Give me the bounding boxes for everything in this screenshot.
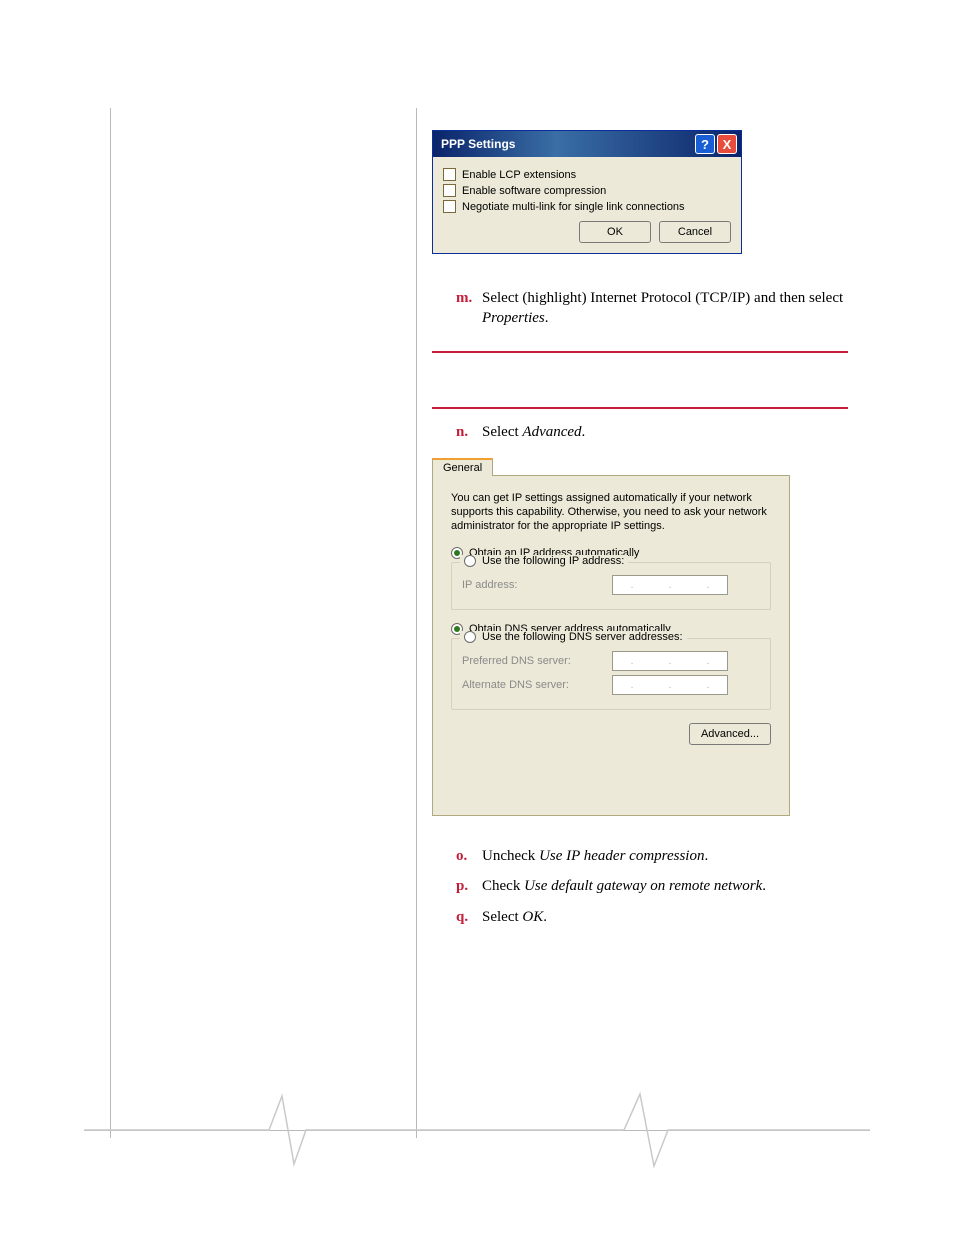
ip-dot: . xyxy=(630,655,633,667)
tab-general[interactable]: General xyxy=(432,458,493,476)
ip-address-label: IP address: xyxy=(462,579,612,591)
checkbox-lcp[interactable] xyxy=(443,168,456,181)
checkbox-label: Enable software compression xyxy=(462,185,606,197)
close-glyph: X xyxy=(723,137,732,152)
step-text-post: . xyxy=(762,878,766,894)
ppp-title-text: PPP Settings xyxy=(441,137,693,151)
radio-row: Use the following IP address: xyxy=(460,555,628,567)
field-row: Preferred DNS server: ... xyxy=(462,651,760,671)
radio-dns-manual[interactable] xyxy=(464,631,476,643)
checkbox-row: Enable software compression xyxy=(443,184,731,197)
layout-rule-left xyxy=(110,108,111,1138)
step-n: n. Select Advanced. xyxy=(456,422,846,442)
ip-address-input[interactable]: ... xyxy=(612,575,728,595)
ppp-settings-dialog: PPP Settings ? X Enable LCP extensions E… xyxy=(432,130,742,254)
step-text: Uncheck Use IP header compression. xyxy=(482,846,848,866)
step-text-pre: Select xyxy=(482,424,522,440)
checkbox-software-compression[interactable] xyxy=(443,184,456,197)
step-text-pre: Uncheck xyxy=(482,848,539,864)
step-text-em: Properties xyxy=(482,310,545,326)
checkbox-multilink[interactable] xyxy=(443,200,456,213)
field-row: Alternate DNS server: ... xyxy=(462,675,760,695)
dns-manual-group: Use the following DNS server addresses: … xyxy=(451,638,771,710)
step-m: m. Select (highlight) Internet Protocol … xyxy=(456,288,848,329)
step-letter: o. xyxy=(456,846,482,866)
step-text-post: . xyxy=(545,310,549,326)
step-letter: q. xyxy=(456,907,482,927)
step-text: Select Advanced. xyxy=(482,422,846,442)
layout-rule-mid xyxy=(416,108,417,1138)
ip-dot: . xyxy=(668,679,671,691)
main-content: PPP Settings ? X Enable LCP extensions E… xyxy=(432,130,848,339)
step-text-em: Use IP header compression xyxy=(539,848,704,864)
checkbox-row: Enable LCP extensions xyxy=(443,168,731,181)
radio-ip-manual[interactable] xyxy=(464,555,476,567)
help-icon[interactable]: ? xyxy=(695,134,715,154)
checkbox-label: Enable LCP extensions xyxy=(462,169,576,181)
tcpip-intro: You can get IP settings assigned automat… xyxy=(451,492,771,533)
step-text: Select OK. xyxy=(482,907,848,927)
ip-manual-group: Use the following IP address: IP address… xyxy=(451,562,771,610)
close-icon[interactable]: X xyxy=(717,134,737,154)
step-o: o. Uncheck Use IP header compression. xyxy=(456,846,848,866)
step-letter: p. xyxy=(456,876,482,896)
step-text-pre: Check xyxy=(482,878,524,894)
ok-button[interactable]: OK xyxy=(579,221,651,243)
layout-rule-bottom xyxy=(84,1130,870,1131)
alternate-dns-input[interactable]: ... xyxy=(612,675,728,695)
step-letter: m. xyxy=(456,288,482,329)
step-text-em: Advanced xyxy=(522,424,581,440)
tab-strip: General xyxy=(432,456,790,476)
radio-row: Use the following DNS server addresses: xyxy=(460,631,687,643)
tab-body: You can get IP settings assigned automat… xyxy=(432,476,790,816)
cancel-label: Cancel xyxy=(678,226,712,238)
step-text-em: Use default gateway on remote network xyxy=(524,878,762,894)
step-text-pre: Select (highlight) Internet Protocol (TC… xyxy=(482,290,843,306)
radio-label: Use the following IP address: xyxy=(482,555,624,567)
heartbeat-icon xyxy=(84,1086,870,1176)
alternate-dns-label: Alternate DNS server: xyxy=(462,679,612,691)
step-text-pre: Select xyxy=(482,909,522,925)
step-p: p. Check Use default gateway on remote n… xyxy=(456,876,848,896)
ip-dot: . xyxy=(630,579,633,591)
step-text-post: . xyxy=(582,424,586,440)
steps-lower: o. Uncheck Use IP header compression. p.… xyxy=(432,846,848,937)
ip-dot: . xyxy=(706,679,709,691)
step-text: Check Use default gateway on remote netw… xyxy=(482,876,848,896)
advanced-button[interactable]: Advanced... xyxy=(689,723,771,745)
ppp-button-row: OK Cancel xyxy=(443,221,731,243)
step-letter: n. xyxy=(456,422,482,442)
ok-label: OK xyxy=(607,226,623,238)
step-q: q. Select OK. xyxy=(456,907,848,927)
step-text: Select (highlight) Internet Protocol (TC… xyxy=(482,288,848,329)
preferred-dns-label: Preferred DNS server: xyxy=(462,655,612,667)
ppp-body: Enable LCP extensions Enable software co… xyxy=(433,157,741,253)
step-text-post: . xyxy=(704,848,708,864)
ip-dot: . xyxy=(630,679,633,691)
checkbox-label: Negotiate multi-link for single link con… xyxy=(462,201,685,213)
ip-dot: . xyxy=(706,579,709,591)
help-glyph: ? xyxy=(701,137,709,152)
red-rule-top xyxy=(432,351,848,353)
ip-dot: . xyxy=(668,655,671,667)
radio-label: Use the following DNS server addresses: xyxy=(482,631,683,643)
advanced-label: Advanced... xyxy=(701,728,759,740)
checkbox-row: Negotiate multi-link for single link con… xyxy=(443,200,731,213)
ip-dot: . xyxy=(668,579,671,591)
cancel-button[interactable]: Cancel xyxy=(659,221,731,243)
ip-dot: . xyxy=(706,655,709,667)
ppp-title-bar: PPP Settings ? X xyxy=(433,131,741,157)
step-text-em: OK xyxy=(522,909,543,925)
red-rule-bottom xyxy=(432,407,848,409)
step-text-post: . xyxy=(543,909,547,925)
tab-label: General xyxy=(443,462,482,474)
preferred-dns-input[interactable]: ... xyxy=(612,651,728,671)
field-row: IP address: ... xyxy=(462,575,760,595)
tcpip-properties-panel: General You can get IP settings assigned… xyxy=(432,456,790,818)
